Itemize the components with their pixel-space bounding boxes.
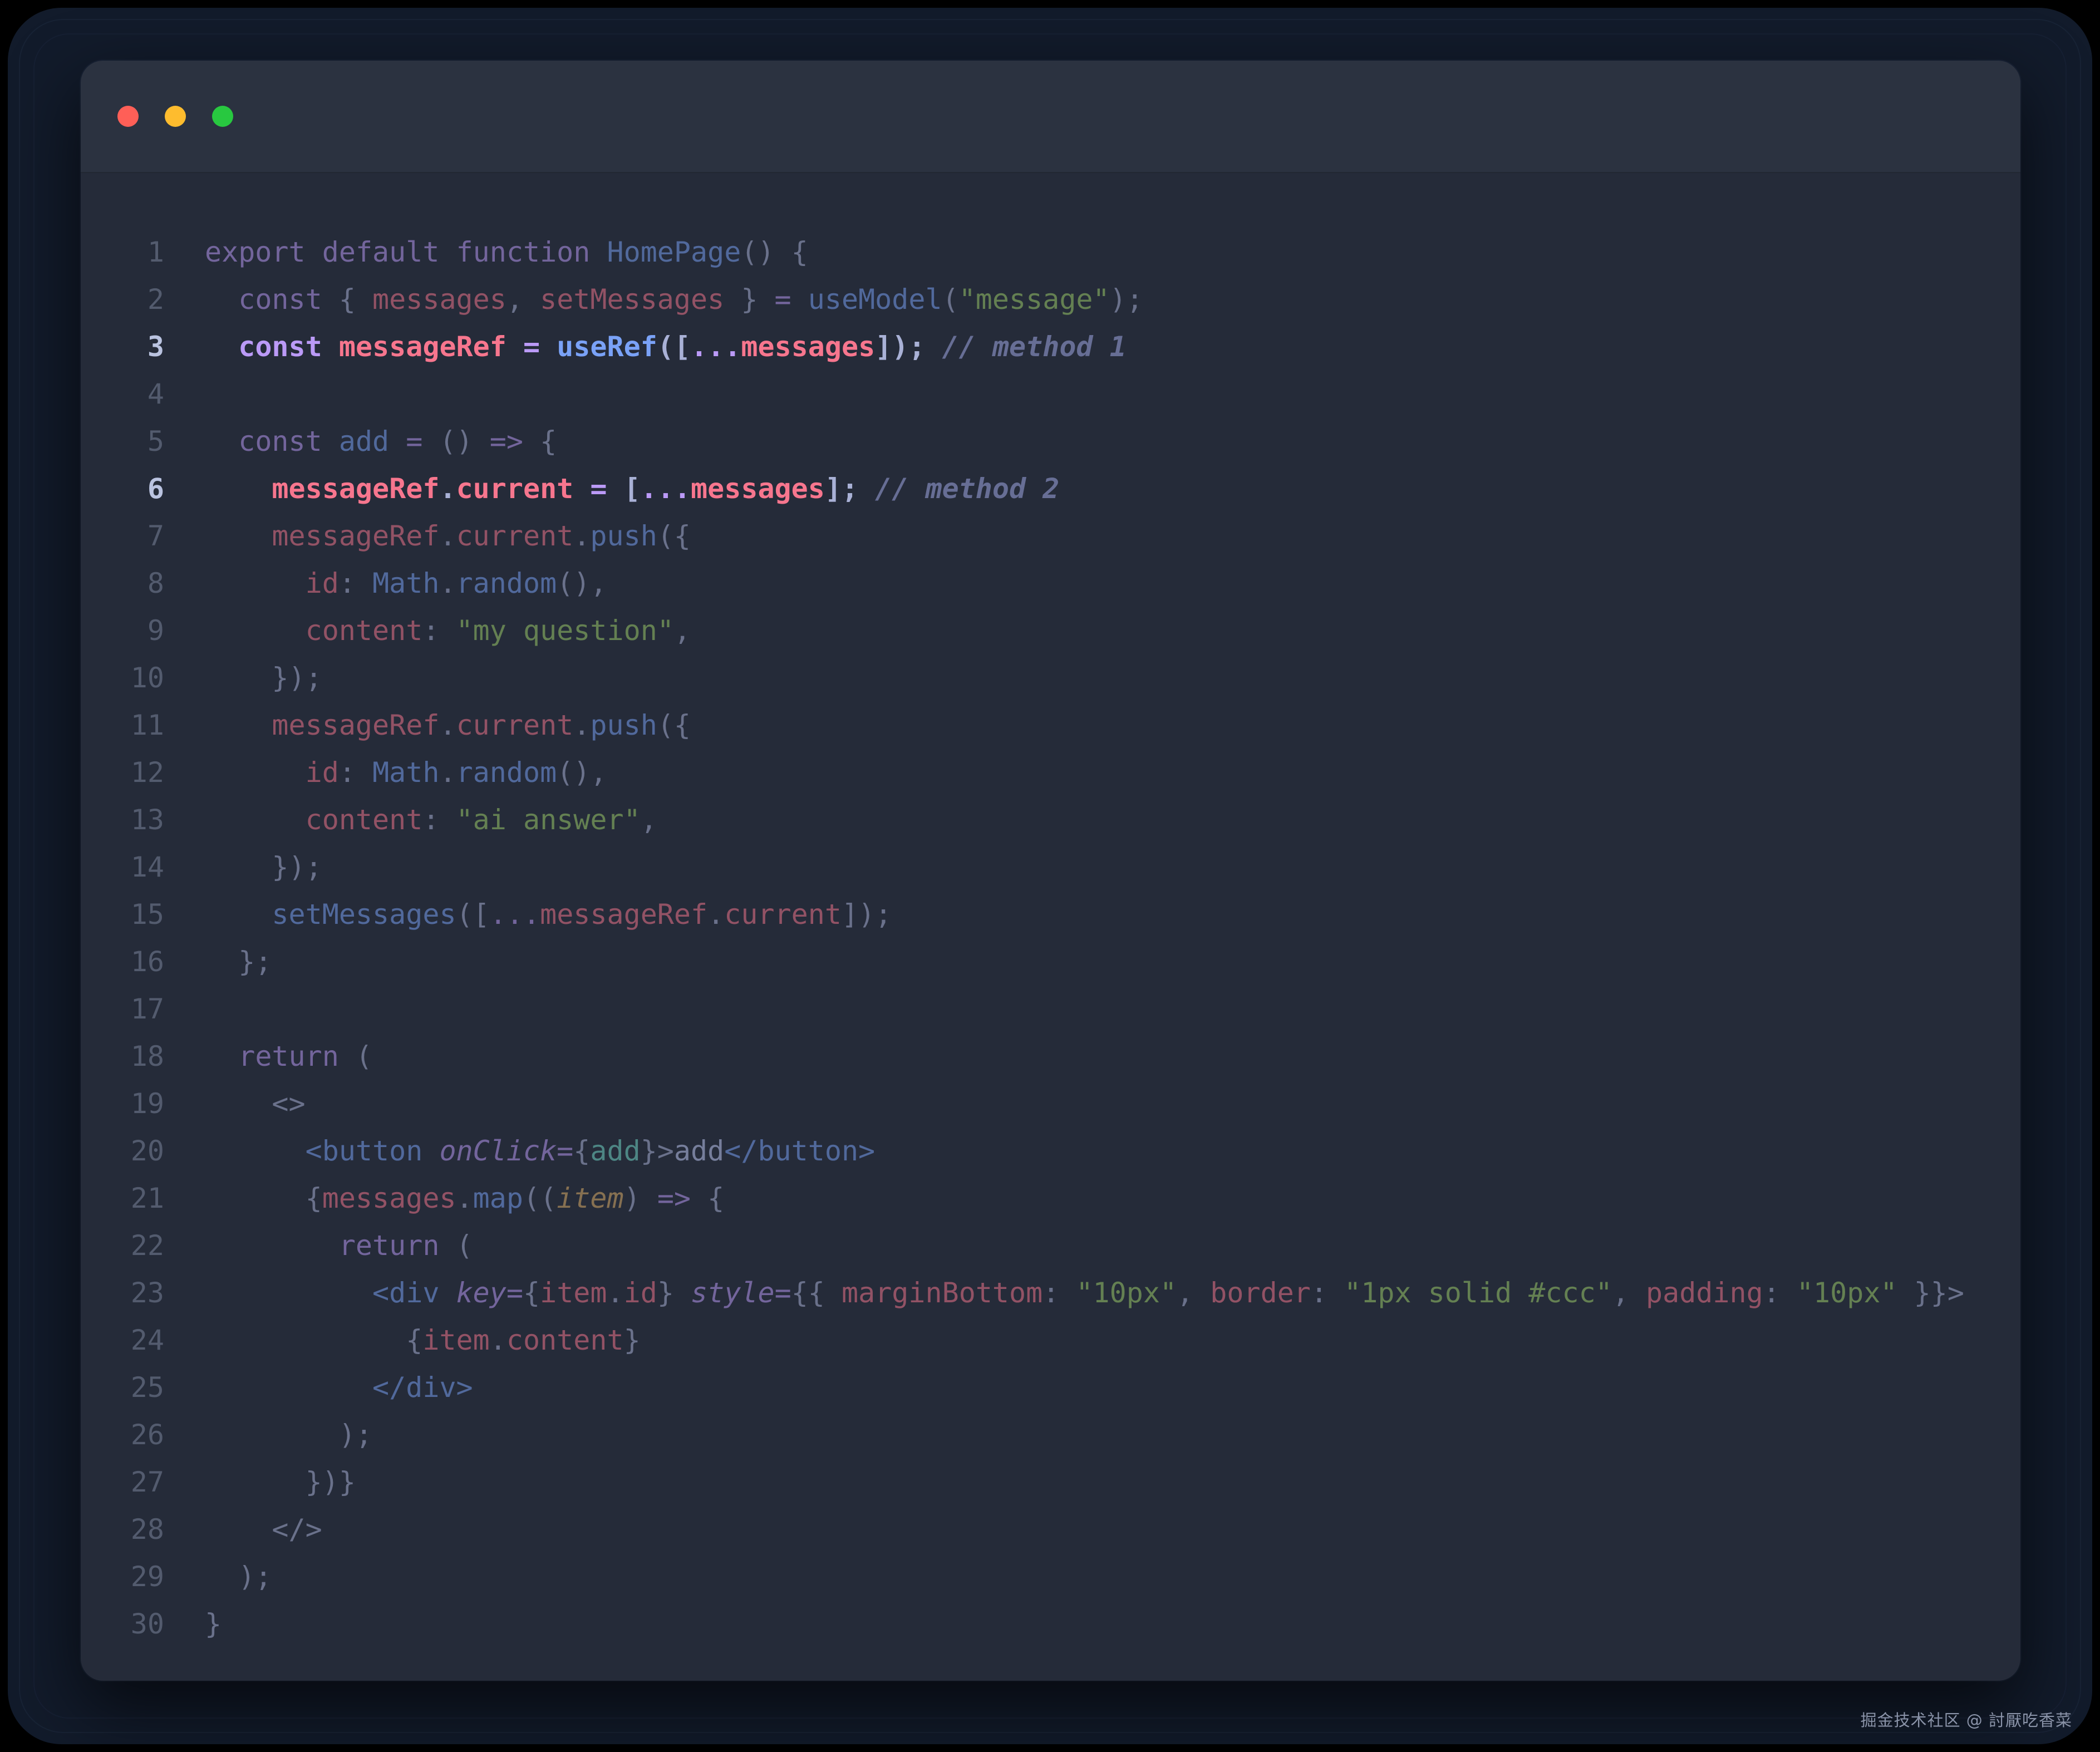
line-number: 2: [111, 276, 164, 323]
code-line-19: 19 <>: [111, 1080, 1998, 1128]
code-text: };: [205, 938, 272, 986]
code-text: messageRef.current = [...messages]; // m…: [205, 465, 1059, 513]
code-text: })}: [205, 1459, 356, 1506]
code-text: });: [205, 654, 322, 702]
code-line-11: 11 messageRef.current.push({: [111, 702, 1998, 749]
line-number: 13: [111, 796, 164, 844]
line-number: 5: [111, 418, 164, 465]
code-line-7: 7 messageRef.current.push({: [111, 513, 1998, 560]
code-text: {item.content}: [205, 1317, 641, 1364]
code-text: });: [205, 844, 322, 891]
zoom-button[interactable]: [212, 106, 233, 127]
code-text: const messageRef = useRef([...messages])…: [205, 323, 1127, 371]
window-titlebar: [81, 61, 2020, 173]
line-number: 1: [111, 229, 164, 276]
code-text: return (: [205, 1033, 372, 1080]
code-line-3: 3 const messageRef = useRef([...messages…: [111, 323, 1998, 371]
line-number: 9: [111, 607, 164, 654]
code-text: setMessages([...messageRef.current]);: [205, 891, 892, 938]
line-number: 19: [111, 1080, 164, 1128]
code-editor[interactable]: 1export default function HomePage() {2 c…: [81, 173, 2020, 1670]
code-text: </>: [205, 1506, 322, 1553]
code-line-10: 10 });: [111, 654, 1998, 702]
code-text: </div>: [205, 1364, 473, 1411]
line-number: 8: [111, 560, 164, 607]
line-number: 24: [111, 1317, 164, 1364]
watermark: 掘金技术社区 @ 討厭吃香菜: [1861, 1707, 2072, 1731]
code-line-12: 12 id: Math.random(),: [111, 749, 1998, 796]
code-line-29: 29 );: [111, 1553, 1998, 1601]
code-line-30: 30}: [111, 1601, 1998, 1648]
line-number: 16: [111, 938, 164, 986]
minimize-button[interactable]: [165, 106, 186, 127]
editor-window: 1export default function HomePage() {2 c…: [81, 61, 2020, 1681]
code-text: return (: [205, 1222, 473, 1269]
line-number: 15: [111, 891, 164, 938]
code-text: messageRef.current.push({: [205, 513, 691, 560]
line-number: 17: [111, 986, 164, 1033]
line-number: 22: [111, 1222, 164, 1269]
code-text: );: [205, 1411, 372, 1459]
line-number: 23: [111, 1269, 164, 1317]
code-line-1: 1 export default function HomePage() {: [111, 229, 1998, 276]
close-button[interactable]: [117, 106, 139, 127]
code-line-16: 16 };: [111, 938, 1998, 986]
code-line-9: 9 content: "my question",: [111, 607, 1998, 654]
code-text: <>: [205, 1080, 306, 1128]
code-line-2: 2 const { messages, setMessages } = useM…: [111, 276, 1998, 323]
line-number: 28: [111, 1506, 164, 1553]
code-text: const add = () => {: [205, 418, 557, 465]
code-line-17: 17: [111, 986, 1998, 1033]
screenshot-stage: 1export default function HomePage() {2 c…: [0, 0, 2100, 1752]
code-line-23: 23 <div key={item.id} style={{ marginBot…: [111, 1269, 1998, 1317]
code-line-28: 28 </>: [111, 1506, 1998, 1553]
code-line-24: 24 {item.content}: [111, 1317, 1998, 1364]
line-number: 12: [111, 749, 164, 796]
line-number: 7: [111, 513, 164, 560]
code-line-27: 27 })}: [111, 1459, 1998, 1506]
line-number: 4: [111, 371, 164, 418]
code-text: content: "ai answer",: [205, 796, 657, 844]
code-line-14: 14 });: [111, 844, 1998, 891]
code-text: <button onClick={add}>add</button>: [205, 1128, 875, 1175]
code-line-18: 18 return (: [111, 1033, 1998, 1080]
code-line-26: 26 );: [111, 1411, 1998, 1459]
code-text: const { messages, setMessages } = useMod…: [205, 276, 1143, 323]
line-number: 14: [111, 844, 164, 891]
code-text: {messages.map((item) => {: [205, 1175, 724, 1222]
line-number: 25: [111, 1364, 164, 1411]
line-number: 10: [111, 654, 164, 702]
line-number: 21: [111, 1175, 164, 1222]
line-number: 29: [111, 1553, 164, 1601]
code-card-backdrop: 1export default function HomePage() {2 c…: [8, 8, 2092, 1744]
line-number: 18: [111, 1033, 164, 1080]
code-text: }: [205, 1601, 222, 1648]
line-number: 3: [111, 323, 164, 371]
code-text: <div key={item.id} style={{ marginBottom…: [205, 1269, 1964, 1317]
line-number: 11: [111, 702, 164, 749]
code-text: id: Math.random(),: [205, 749, 607, 796]
code-text: );: [205, 1553, 272, 1601]
code-text: messageRef.current.push({: [205, 702, 691, 749]
code-line-21: 21 {messages.map((item) => {: [111, 1175, 1998, 1222]
line-number: 20: [111, 1128, 164, 1175]
code-line-5: 5 const add = () => {: [111, 418, 1998, 465]
code-line-13: 13 content: "ai answer",: [111, 796, 1998, 844]
code-line-15: 15 setMessages([...messageRef.current]);: [111, 891, 1998, 938]
code-line-4: 4: [111, 371, 1998, 418]
code-text: id: Math.random(),: [205, 560, 607, 607]
code-line-8: 8 id: Math.random(),: [111, 560, 1998, 607]
code-line-25: 25 </div>: [111, 1364, 1998, 1411]
line-number: 27: [111, 1459, 164, 1506]
code-text: export default function HomePage() {: [205, 229, 808, 276]
code-line-20: 20 <button onClick={add}>add</button>: [111, 1128, 1998, 1175]
code-text: content: "my question",: [205, 607, 691, 654]
code-line-6: 6 messageRef.current = [...messages]; //…: [111, 465, 1998, 513]
line-number: 6: [111, 465, 164, 513]
code-line-22: 22 return (: [111, 1222, 1998, 1269]
line-number: 30: [111, 1601, 164, 1648]
line-number: 26: [111, 1411, 164, 1459]
